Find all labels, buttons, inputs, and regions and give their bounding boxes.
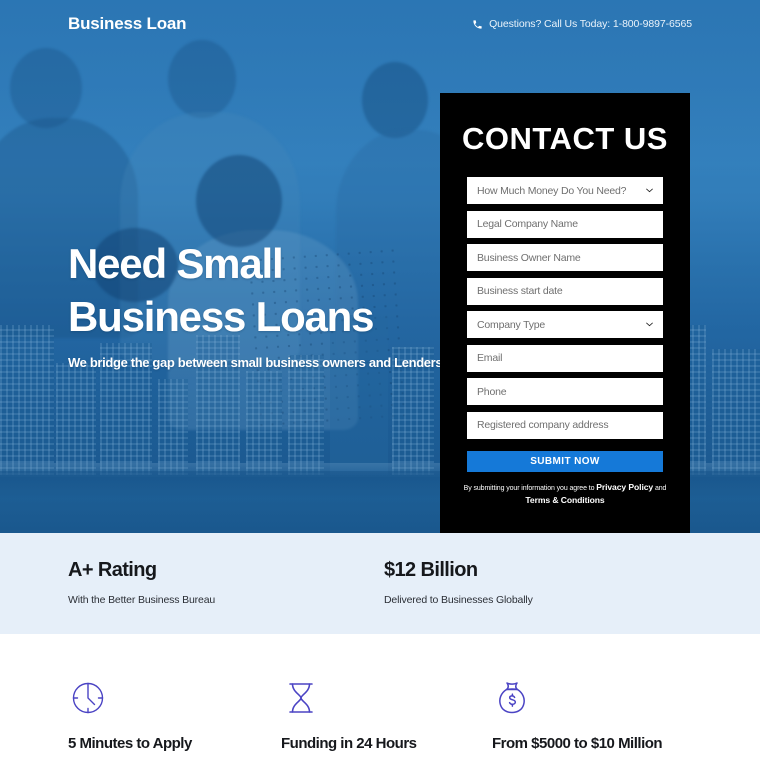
building [712,349,760,475]
person-silhouette [168,40,236,118]
field-business-start-date-placeholder: Business start date [477,285,563,297]
stat-item: $12 Billion Delivered to Businesses Glob… [384,559,533,606]
hourglass-icon [281,678,321,718]
building [158,379,188,475]
feature-label: 5 Minutes to Apply [68,735,192,752]
field-amount-needed[interactable]: How Much Money Do You Need? [467,177,663,204]
feature-label: From $5000 to $10 Million [492,735,663,752]
submit-now-button[interactable]: SUBMIT NOW [467,450,663,472]
stats-band: A+ Rating With the Better Business Burea… [0,533,760,634]
feature-label: Funding in 24 Hours [281,735,417,752]
header-phone-link[interactable]: Questions? Call Us Today: 1-800-9897-656… [472,18,692,30]
building [56,363,96,475]
field-amount-needed-placeholder: How Much Money Do You Need? [477,184,627,197]
stat-title: $12 Billion [384,559,478,581]
privacy-policy-link[interactable]: Privacy Policy [596,482,653,492]
feature-item: 5 Minutes to Apply [68,678,192,752]
person-silhouette [196,155,282,247]
site-header: Business Loan Questions? Call Us Today: … [0,0,760,48]
stat-description: With the Better Business Bureau [68,594,216,606]
clock-icon [68,678,108,718]
building [246,371,282,475]
hero-copy: Need Small Business Loans We bridge the … [68,238,446,370]
field-registered-company-address[interactable]: Registered company address [467,411,663,439]
field-company-type-placeholder: Company Type [477,318,546,331]
field-registered-company-address-placeholder: Registered company address [477,419,609,431]
field-legal-company-name-placeholder: Legal Company Name [477,218,578,230]
stat-title: A+ Rating [68,559,157,581]
header-phone-text: Questions? Call Us Today: 1-800-9897-656… [489,18,692,30]
hero-section: Business Loan Questions? Call Us Today: … [0,0,760,533]
field-company-type[interactable]: Company Type [467,311,663,338]
person-silhouette [10,48,82,128]
money-bag-icon [492,678,532,718]
field-business-owner-name[interactable]: Business Owner Name [467,244,663,271]
contact-form-panel: CONTACT US How Much Money Do You Need? L… [440,93,690,533]
hero-headline-line-2: Business Loans [68,292,374,340]
hero-headline: Need Small Business Loans [68,238,446,343]
phone-icon [472,19,483,30]
field-phone[interactable]: Phone [467,378,663,405]
legal-prefix: By submitting your information you agree… [463,484,597,492]
stat-description: Delivered to Businesses Globally [384,594,533,606]
building [0,325,54,475]
stat-item: A+ Rating With the Better Business Burea… [68,559,215,606]
chevron-down-icon [646,188,653,195]
field-legal-company-name[interactable]: Legal Company Name [467,210,663,238]
person-silhouette [362,62,428,138]
field-phone-placeholder: Phone [477,385,507,398]
features-section: 5 Minutes to Apply Funding in 24 Hours F… [0,634,760,760]
contact-form-fields: How Much Money Do You Need? Legal Compan… [440,177,690,439]
field-business-owner-name-placeholder: Business Owner Name [477,251,581,264]
terms-conditions-link[interactable]: Terms & Conditions [525,495,604,505]
hero-subheadline: We bridge the gap between small business… [68,355,446,370]
feature-item: From $5000 to $10 Million [492,678,663,752]
legal-conjunction: and [653,484,667,492]
landing-page: Business Loan Questions? Call Us Today: … [0,0,760,760]
chevron-down-icon [646,322,653,329]
field-email-placeholder: Email [477,352,503,364]
building [288,355,324,475]
field-email[interactable]: Email [467,344,663,372]
field-business-start-date[interactable]: Business start date [467,277,663,305]
contact-form-title: CONTACT US [462,121,668,156]
feature-item: Funding in 24 Hours [281,678,417,752]
form-legal-text: By submitting your information you agree… [463,481,667,509]
hero-headline-line-1: Need Small [68,240,284,287]
site-logo[interactable]: Business Loan [68,14,187,34]
